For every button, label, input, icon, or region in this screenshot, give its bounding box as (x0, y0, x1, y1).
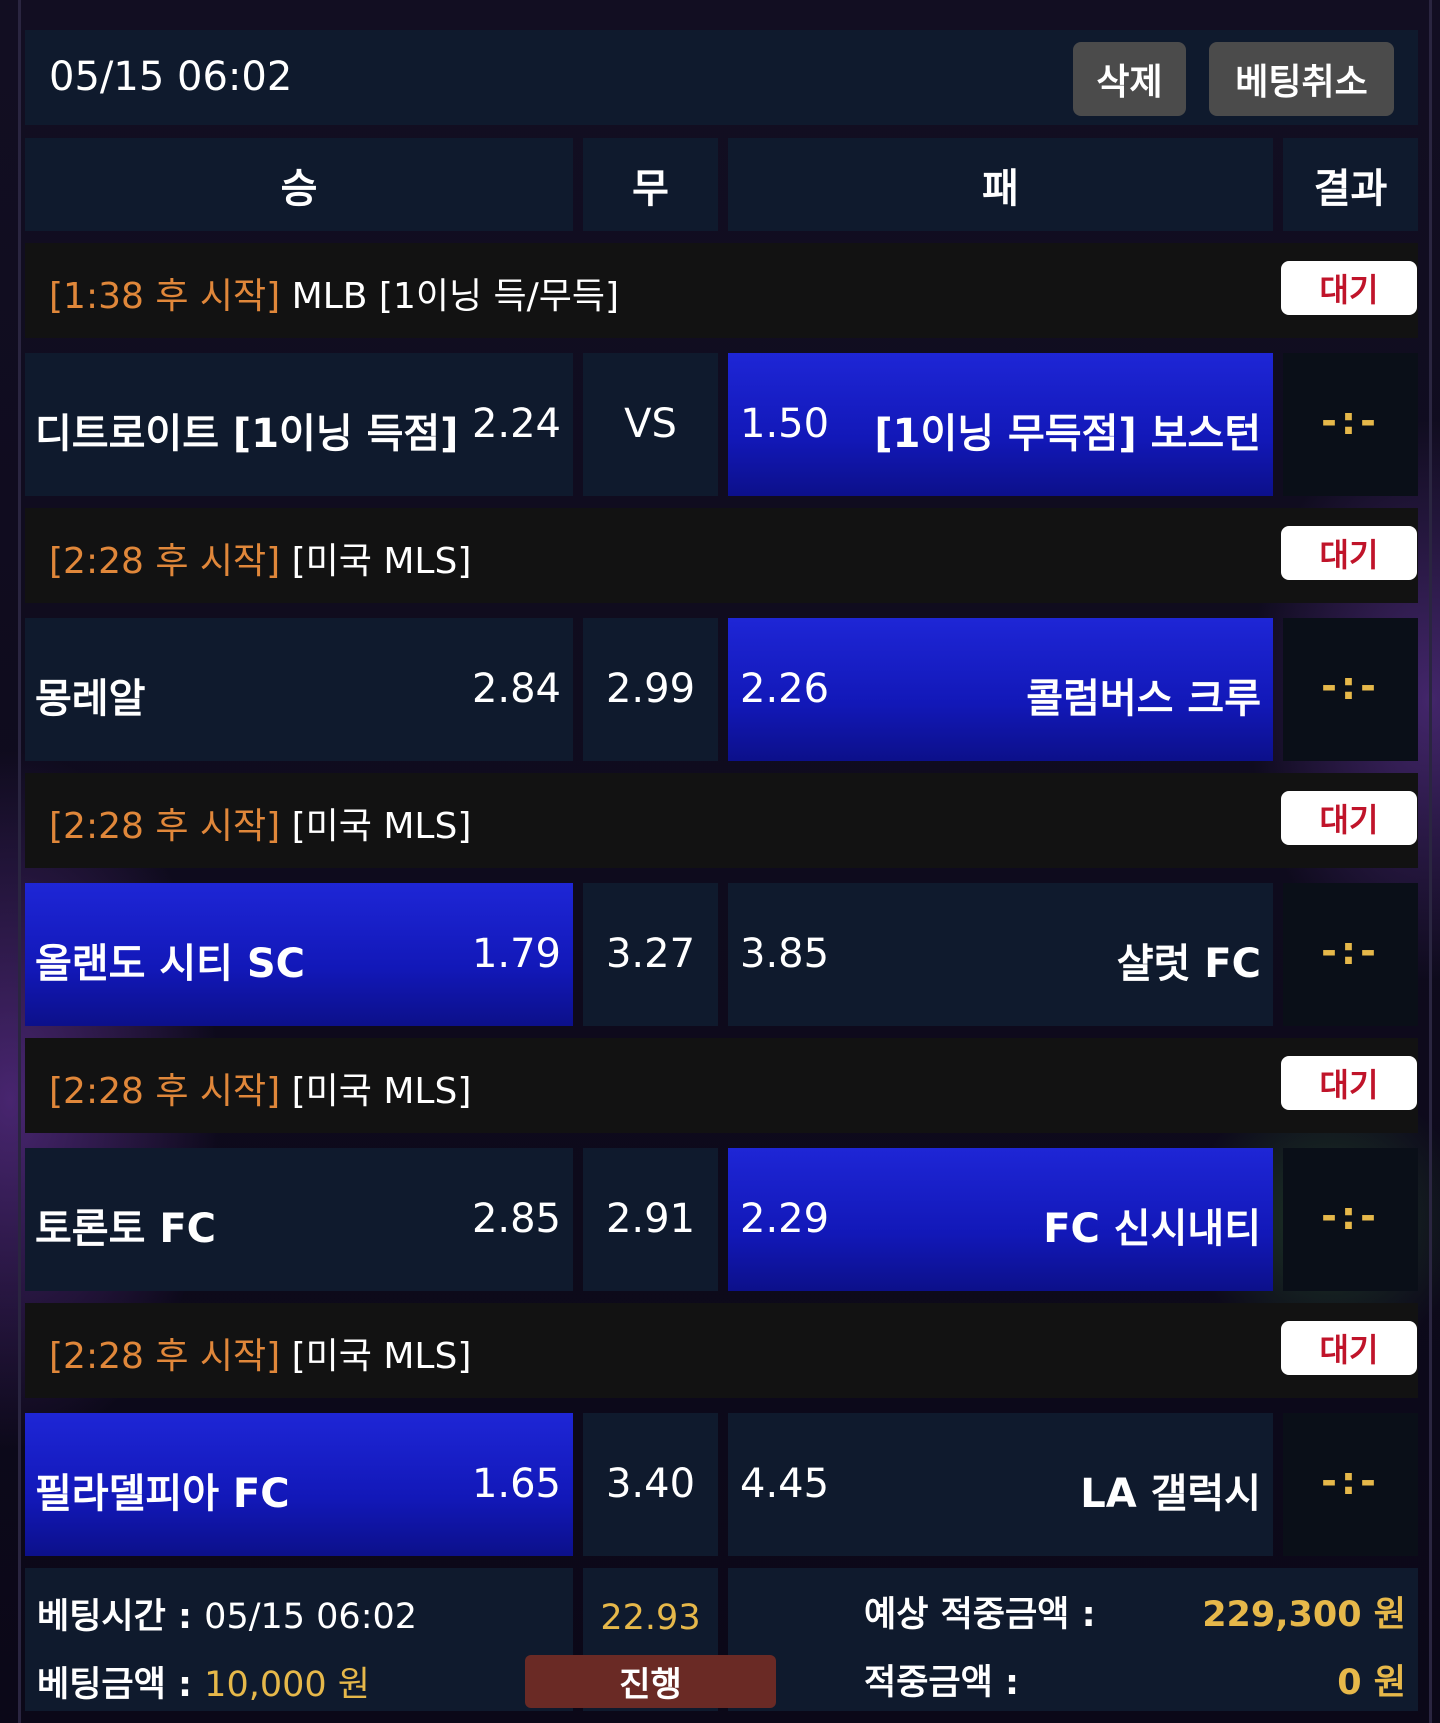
away-team-name: LA 갤럭시 (1080, 1471, 1261, 1517)
result-cell: -:- (1283, 618, 1418, 761)
home-team-name: 토론토 FC (35, 1206, 217, 1252)
draw-odds-button[interactable]: VS (583, 353, 718, 496)
column-header-draw: 무 (583, 138, 718, 231)
league-row: [2:28 후 시작] [미국 MLS] 대기 (25, 1038, 1418, 1133)
draw-odds-button[interactable]: 3.40 (583, 1413, 718, 1556)
league-name: [미국 MLS] (291, 1071, 472, 1112)
result-cell: -:- (1283, 883, 1418, 1026)
home-odds: 2.84 (471, 666, 561, 712)
league-info: [2:28 후 시작] [미국 MLS] (49, 532, 471, 584)
home-odds-button[interactable]: 올랜도 시티 SC 1.79 (25, 883, 573, 1026)
away-odds: 3.85 (740, 931, 830, 977)
league-info: [1:38 후 시작] MLB [1이닝 득/무득] (49, 267, 619, 319)
start-time: [1:38 후 시작] (49, 276, 281, 317)
away-team-name: [1이닝 무득점] 보스턴 (874, 411, 1261, 457)
away-odds-button[interactable]: 2.26 콜럼버스 크루 (728, 618, 1273, 761)
bet-summary-right: 예상 적중금액 : 229,300 원 적중금액 : 0 원 (728, 1568, 1418, 1711)
result-cell: -:- (1283, 1413, 1418, 1556)
start-time: [2:28 후 시작] (49, 1071, 281, 1112)
start-time: [2:28 후 시작] (49, 1336, 281, 1377)
bet-amount-label: 베팅금액 : (37, 1665, 192, 1705)
draw-odds: VS (624, 401, 677, 447)
match-score: -:- (1321, 1194, 1380, 1238)
league-info: [2:28 후 시작] [미국 MLS] (49, 1327, 471, 1379)
league-row: [2:28 후 시작] [미국 MLS] 대기 (25, 773, 1418, 868)
match-score: -:- (1321, 399, 1380, 443)
bet-slip-header: 05/15 06:02 삭제 베팅취소 (25, 30, 1418, 125)
status-badge: 대기 (1281, 1056, 1417, 1110)
win-amount-label: 적중금액 : (864, 1663, 1019, 1703)
bet-datetime: 05/15 06:02 (49, 54, 293, 100)
start-time: [2:28 후 시작] (49, 541, 281, 582)
home-odds: 2.85 (471, 1196, 561, 1242)
away-odds-button[interactable]: 1.50 [1이닝 무득점] 보스턴 (728, 353, 1273, 496)
draw-odds: 3.27 (605, 931, 696, 977)
bet-time-label: 베팅시간 : (37, 1597, 192, 1637)
status-badge: 대기 (1281, 526, 1417, 580)
delete-button[interactable]: 삭제 (1073, 42, 1186, 116)
result-cell: -:- (1283, 1148, 1418, 1291)
away-odds: 1.50 (740, 401, 830, 447)
away-odds: 4.45 (740, 1461, 830, 1507)
home-odds-button[interactable]: 디트로이트 [1이닝 득점] 2.24 (25, 353, 573, 496)
away-odds: 2.29 (740, 1196, 830, 1242)
league-name: [미국 MLS] (291, 1336, 472, 1377)
draw-odds-button[interactable]: 2.91 (583, 1148, 718, 1291)
home-odds: 1.65 (471, 1461, 561, 1507)
league-info: [2:28 후 시작] [미국 MLS] (49, 797, 471, 849)
bet-time-value: 05/15 06:02 (204, 1597, 418, 1637)
start-time: [2:28 후 시작] (49, 806, 281, 847)
league-info: [2:28 후 시작] [미국 MLS] (49, 1062, 471, 1114)
match-score: -:- (1321, 929, 1380, 973)
home-team-name: 올랜도 시티 SC (35, 941, 306, 987)
expected-win-value: 229,300 원 (1202, 1595, 1406, 1635)
away-team-name: FC 신시내티 (1043, 1206, 1261, 1252)
status-badge: 대기 (1281, 261, 1417, 315)
home-odds: 2.24 (471, 401, 561, 447)
league-row: [2:28 후 시작] [미국 MLS] 대기 (25, 1303, 1418, 1398)
home-team-name: 필라델피아 FC (35, 1471, 290, 1517)
match-score: -:- (1321, 1459, 1380, 1503)
total-odds: 22.93 (600, 1598, 701, 1638)
home-team-name: 디트로이트 [1이닝 득점] (35, 411, 459, 457)
home-odds: 1.79 (471, 931, 561, 977)
league-name: [미국 MLS] (291, 806, 472, 847)
draw-odds-button[interactable]: 3.27 (583, 883, 718, 1026)
result-cell: -:- (1283, 353, 1418, 496)
away-team-name: 샬럿 FC (1116, 941, 1261, 987)
league-name: MLB [1이닝 득/무득] (291, 276, 620, 317)
away-odds-button[interactable]: 3.85 샬럿 FC (728, 883, 1273, 1026)
league-row: [1:38 후 시작] MLB [1이닝 득/무득] 대기 (25, 243, 1418, 338)
draw-odds: 2.99 (605, 666, 696, 712)
home-odds-button[interactable]: 토론토 FC 2.85 (25, 1148, 573, 1291)
win-amount-value: 0 원 (1337, 1663, 1406, 1703)
column-header-win: 승 (25, 138, 573, 231)
home-odds-button[interactable]: 필라델피아 FC 1.65 (25, 1413, 573, 1556)
bet-amount-value: 10,000 원 (204, 1665, 370, 1705)
expected-win-label: 예상 적중금액 : (864, 1595, 1096, 1635)
away-odds-button[interactable]: 2.29 FC 신시내티 (728, 1148, 1273, 1291)
home-team-name: 몽레알 (35, 676, 146, 722)
draw-odds: 3.40 (605, 1461, 696, 1507)
status-badge: 대기 (1281, 791, 1417, 845)
column-header-lose: 패 (728, 138, 1273, 231)
bet-amount-row: 베팅금액 : 10,000 원 (37, 1656, 370, 1707)
away-odds: 2.26 (740, 666, 830, 712)
match-score: -:- (1321, 664, 1380, 708)
league-name: [미국 MLS] (291, 541, 472, 582)
bet-time-row: 베팅시간 : 05/15 06:02 (37, 1588, 417, 1639)
progress-status-badge: 진행 (525, 1655, 776, 1708)
home-odds-button[interactable]: 몽레알 2.84 (25, 618, 573, 761)
status-badge: 대기 (1281, 1321, 1417, 1375)
league-row: [2:28 후 시작] [미국 MLS] 대기 (25, 508, 1418, 603)
cancel-bet-button[interactable]: 베팅취소 (1209, 42, 1394, 116)
draw-odds-button[interactable]: 2.99 (583, 618, 718, 761)
away-team-name: 콜럼버스 크루 (1026, 676, 1261, 722)
away-odds-button[interactable]: 4.45 LA 갤럭시 (728, 1413, 1273, 1556)
column-header-result: 결과 (1283, 138, 1418, 231)
bet-summary-left: 베팅시간 : 05/15 06:02 베팅금액 : 10,000 원 (25, 1568, 573, 1711)
draw-odds: 2.91 (605, 1196, 696, 1242)
